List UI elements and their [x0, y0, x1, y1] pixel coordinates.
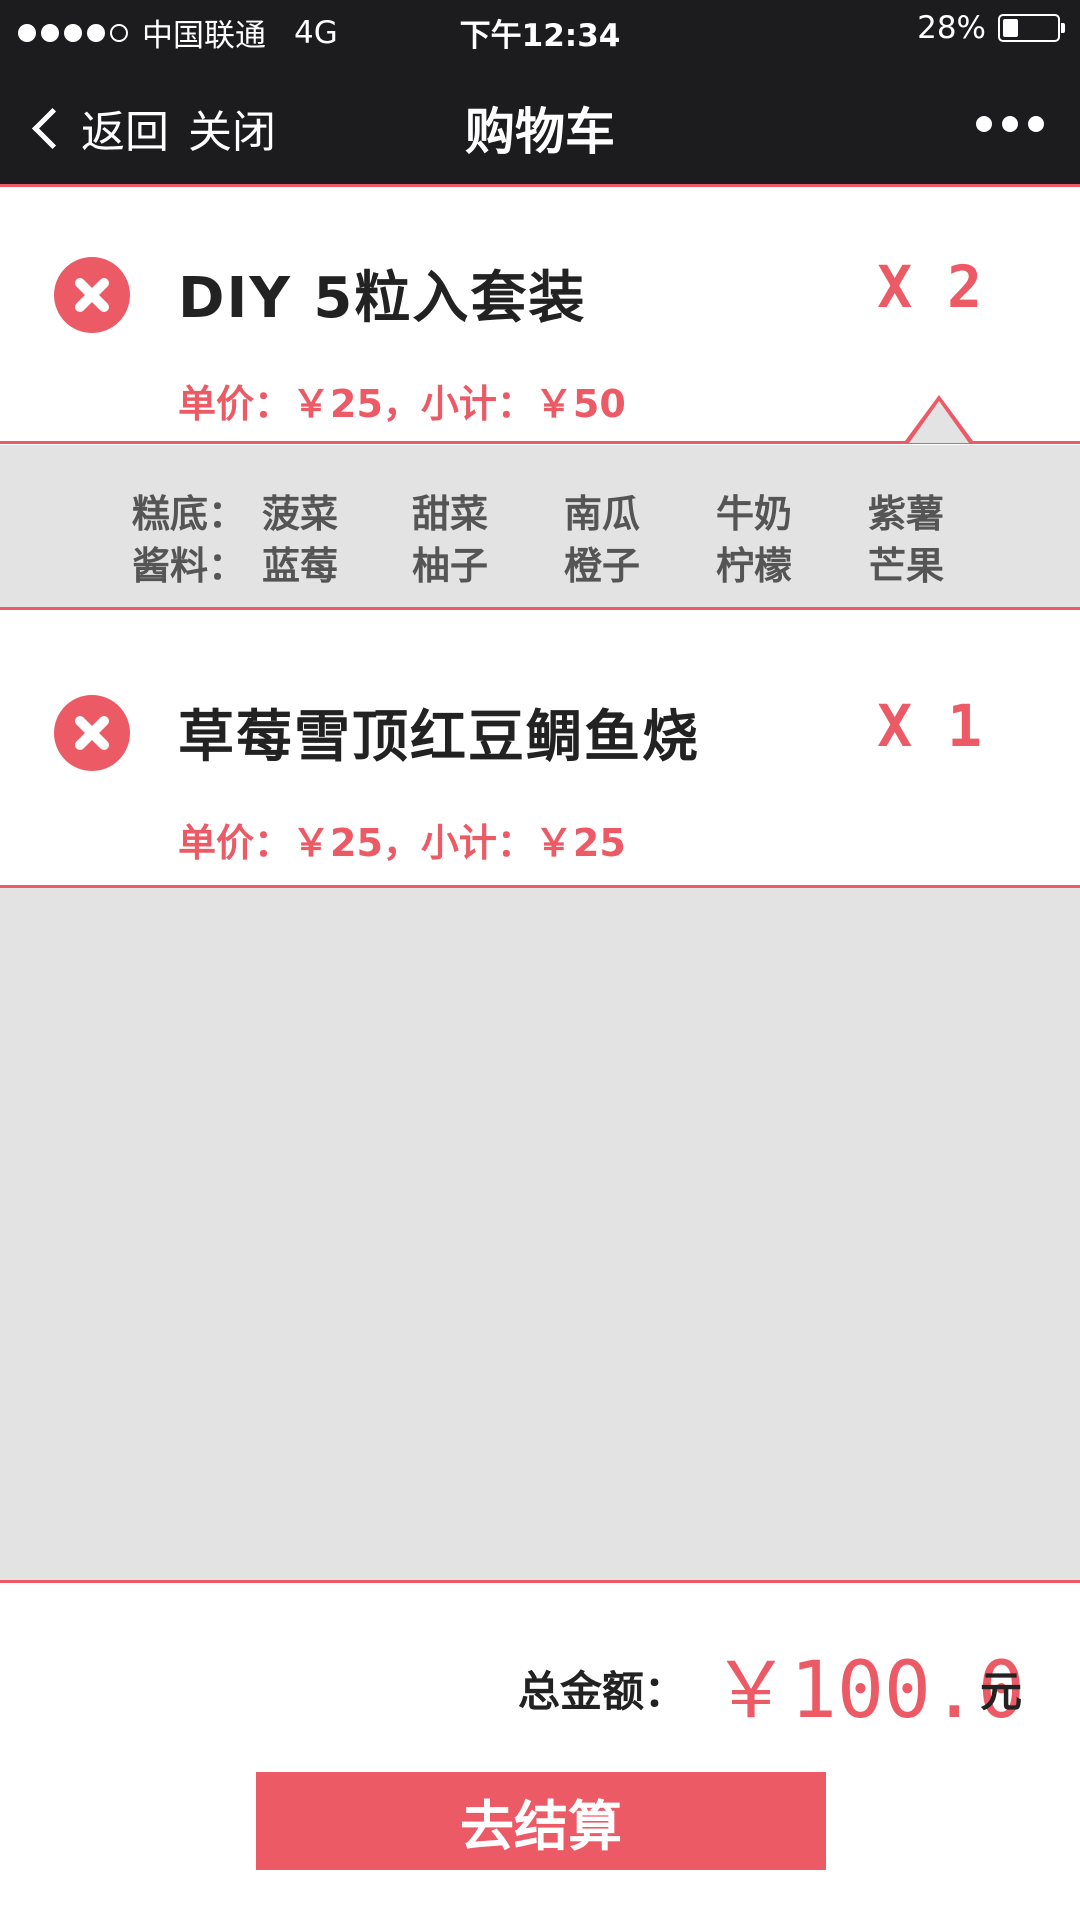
empty-cart-area — [0, 888, 1080, 1580]
sauce-label: 酱料： — [132, 544, 247, 588]
item-price-line: 单价：￥25，小计：￥50 — [178, 382, 626, 426]
item-quantity[interactable]: X 2 — [877, 253, 982, 321]
navigation-bar: 返回 关闭 购物车 — [0, 58, 1080, 187]
item-quantity[interactable]: X 1 — [877, 692, 982, 760]
battery-percent: 28% — [917, 10, 986, 46]
remove-item-icon[interactable] — [54, 257, 130, 333]
status-bar: 中国联通 4G 下午12:34 28% — [0, 0, 1080, 58]
option-value: 菠菜 — [262, 492, 339, 536]
cart-item: 草莓雪顶红豆鲷鱼烧 X 1 单价：￥25，小计：￥25 — [0, 610, 1080, 885]
checkout-button[interactable]: 去结算 — [256, 1772, 826, 1870]
remove-item-icon[interactable] — [54, 695, 130, 771]
item-name: DIY 5粒入套装 — [178, 266, 587, 331]
option-value: 紫薯 — [868, 492, 945, 536]
option-value: 橙子 — [564, 544, 641, 588]
total-amount: ￥100.0 — [712, 1646, 1025, 1736]
option-value: 芒果 — [868, 544, 945, 588]
item-price-line: 单价：￥25，小计：￥25 — [178, 821, 626, 865]
options-caret-fill — [909, 401, 969, 443]
item-name: 草莓雪顶红豆鲷鱼烧 — [178, 705, 700, 770]
base-label: 糕底： — [132, 492, 247, 536]
option-value: 南瓜 — [564, 492, 641, 536]
battery-icon — [998, 14, 1065, 42]
option-value: 蓝莓 — [262, 544, 339, 588]
battery-info: 28% — [917, 10, 1065, 46]
page-title: 购物车 — [465, 103, 615, 161]
option-value: 柠檬 — [716, 544, 793, 588]
total-label: 总金额： — [518, 1667, 687, 1716]
total-unit: 元 — [980, 1667, 1023, 1716]
more-dots-icon[interactable] — [976, 116, 1044, 132]
option-value: 牛奶 — [716, 492, 793, 536]
item-options-panel: 糕底： 菠菜 甜菜 南瓜 牛奶 紫薯 酱料： 蓝莓 柚子 橙子 柠檬 芒果 — [0, 445, 1080, 608]
option-value: 甜菜 — [412, 492, 489, 536]
option-value: 柚子 — [412, 544, 489, 588]
